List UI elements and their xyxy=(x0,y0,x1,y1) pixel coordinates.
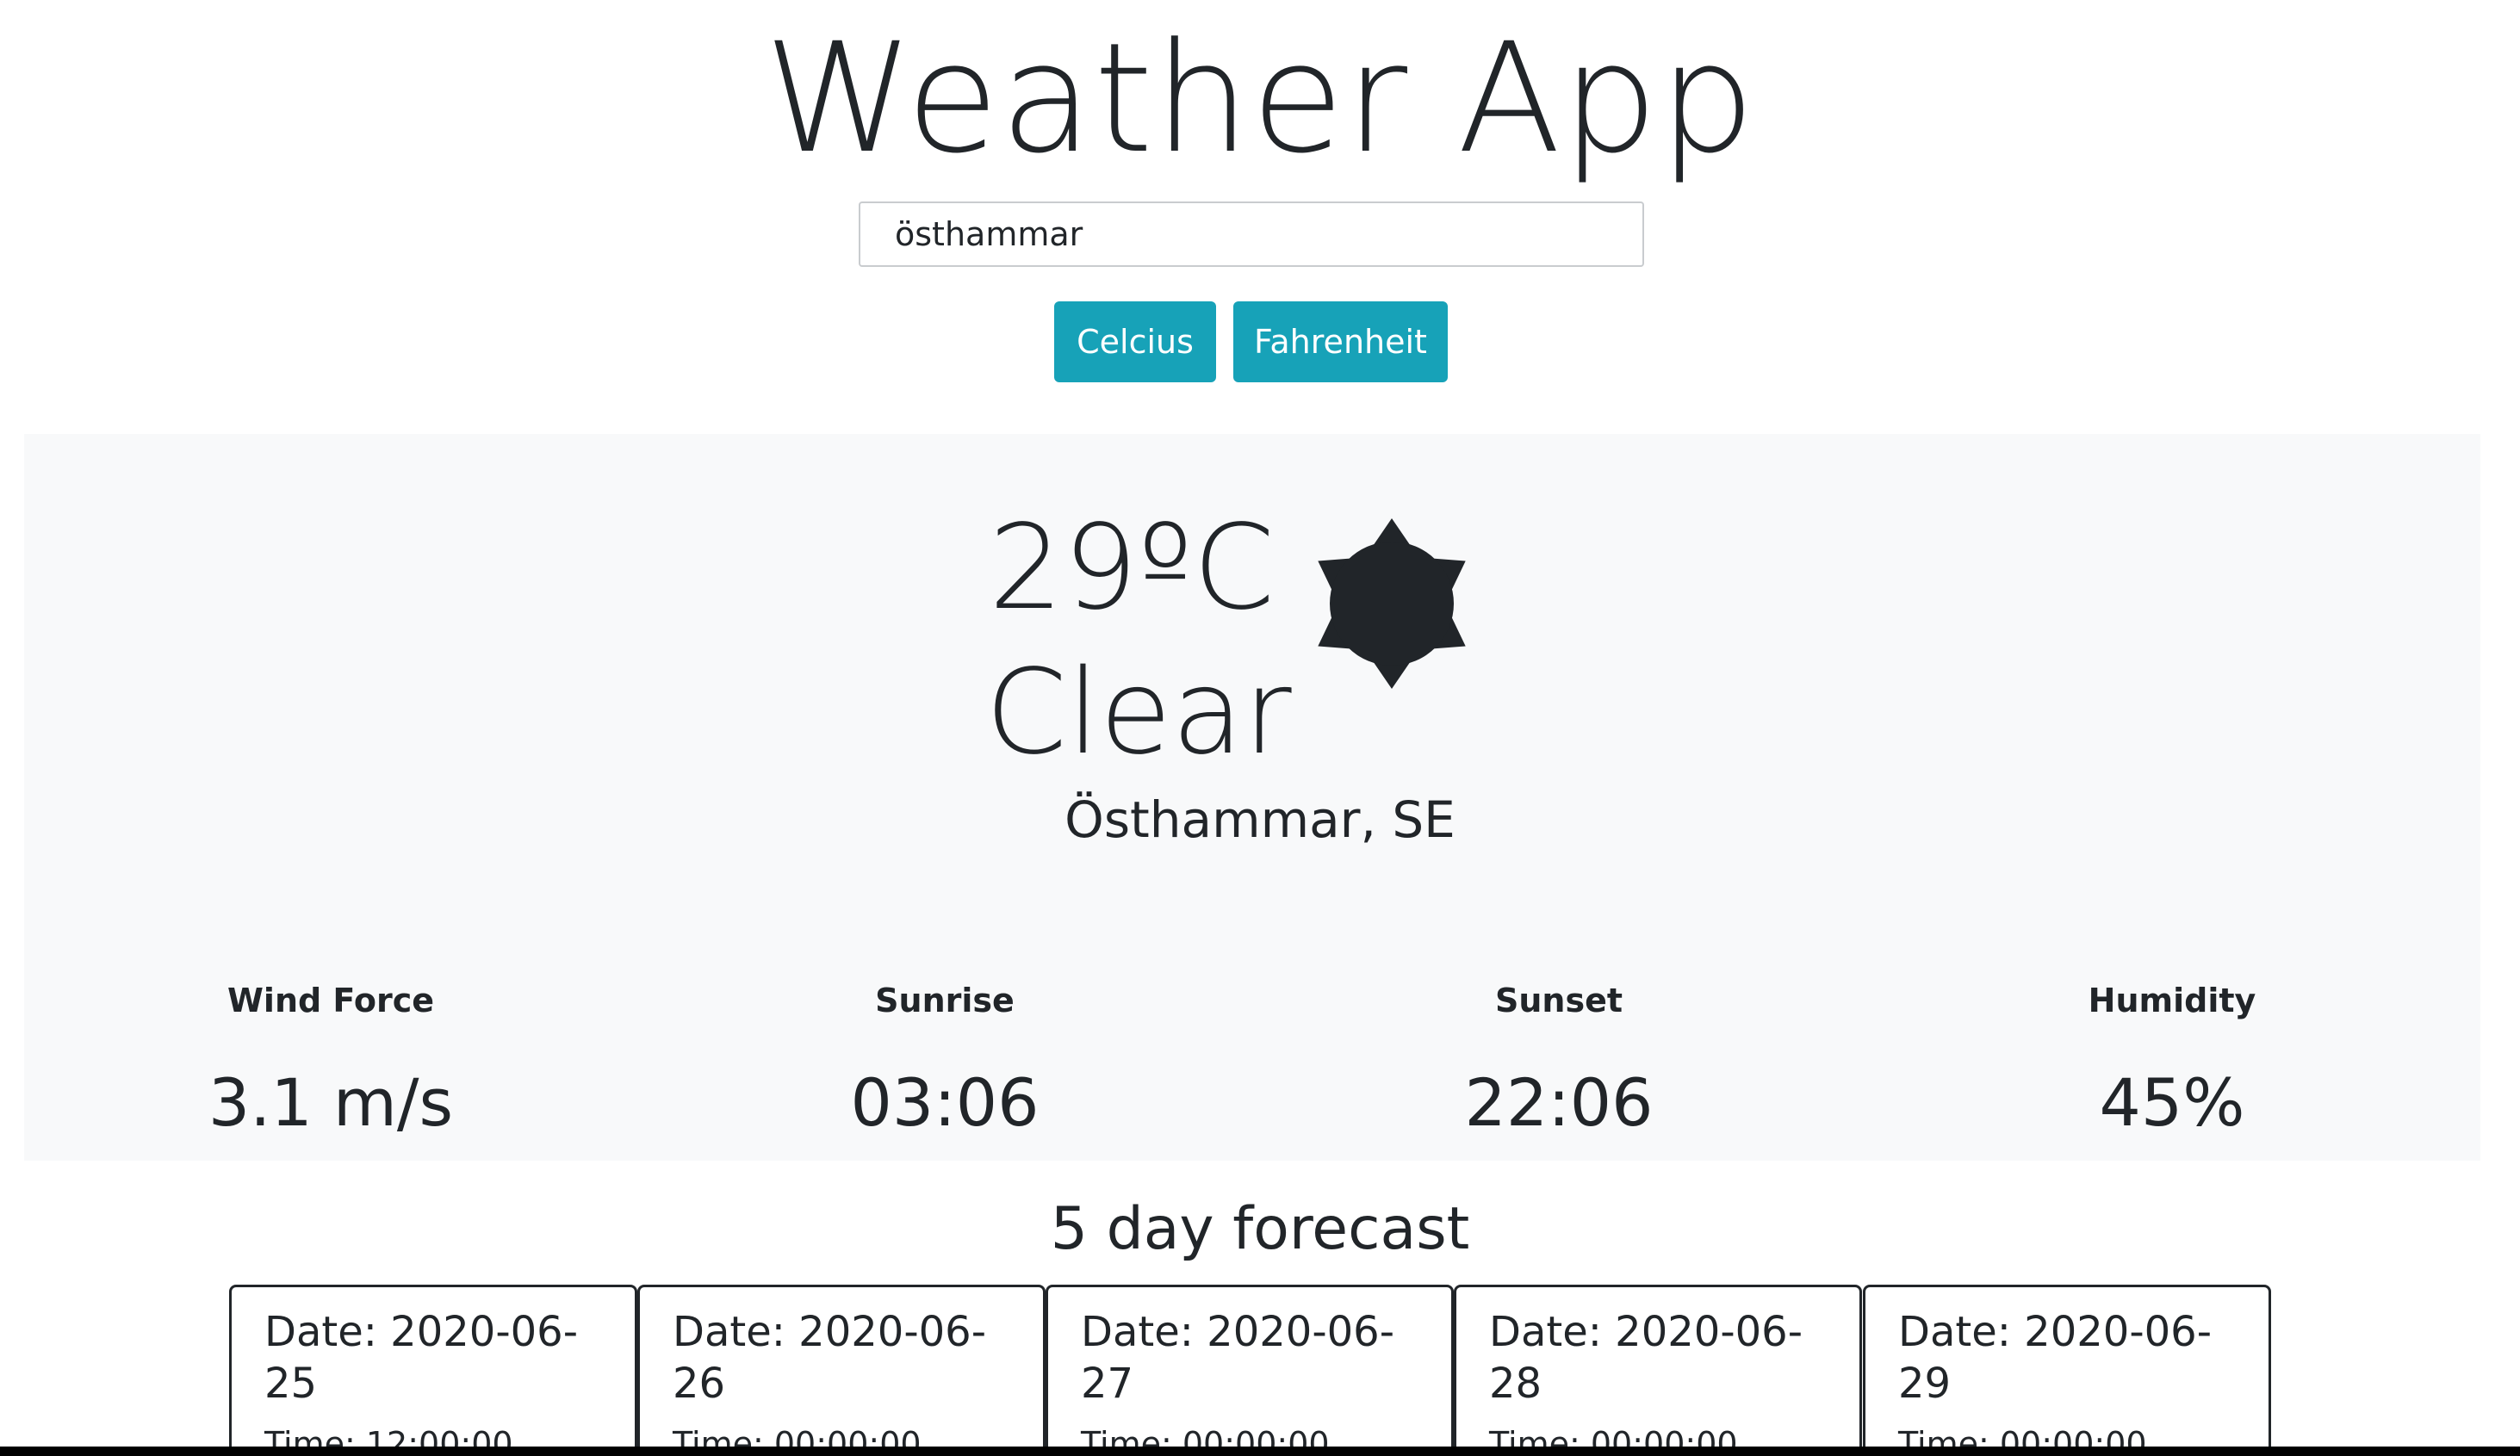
bottom-edge-bar xyxy=(0,1447,2520,1456)
weather-app-page: Weather App Celcius Fahrenheit 29ºC Clea… xyxy=(0,0,2520,1456)
forecast-card: Date: 2020-06-29 Time: 00:00:00 xyxy=(1863,1285,2271,1456)
sunrise-label: Sunrise xyxy=(875,982,1015,1019)
city-search-input[interactable] xyxy=(859,201,1644,267)
forecast-date: Date: 2020-06-27 xyxy=(1081,1308,1395,1408)
sunrise-value: 03:06 xyxy=(850,1064,1040,1141)
forecast-card: Date: 2020-06-26 Time: 00:00:00 xyxy=(637,1285,1046,1456)
forecast-card: Date: 2020-06-28 Time: 00:00:00 xyxy=(1454,1285,1862,1456)
forecast-date: Date: 2020-06-25 xyxy=(264,1308,579,1408)
sunset-value: 22:06 xyxy=(1464,1064,1654,1141)
location-label: Östhammar, SE xyxy=(1064,790,1456,849)
wind-force-value: 3.1 m/s xyxy=(208,1064,454,1141)
forecast-date: Date: 2020-06-26 xyxy=(673,1308,987,1408)
humidity-value: 45% xyxy=(2099,1064,2245,1141)
current-condition: Clear xyxy=(985,645,1292,781)
sunset-label: Sunset xyxy=(1494,982,1623,1019)
wind-force-label: Wind Force xyxy=(227,982,434,1019)
forecast-card: Date: 2020-06-25 Time: 12:00:00 xyxy=(229,1285,637,1456)
forecast-date: Date: 2020-06-29 xyxy=(1898,1308,2213,1408)
sun-icon xyxy=(1318,518,1466,689)
current-temperature: 29ºC xyxy=(989,500,1276,636)
fahrenheit-button[interactable]: Fahrenheit xyxy=(1233,301,1448,382)
celsius-button[interactable]: Celcius xyxy=(1054,301,1216,382)
page-title: Weather App xyxy=(764,10,1756,187)
forecast-card: Date: 2020-06-27 Time: 00:00:00 xyxy=(1046,1285,1454,1456)
forecast-title: 5 day forecast xyxy=(1050,1195,1470,1263)
forecast-date: Date: 2020-06-28 xyxy=(1489,1308,1803,1408)
humidity-label: Humidity xyxy=(2088,982,2256,1019)
